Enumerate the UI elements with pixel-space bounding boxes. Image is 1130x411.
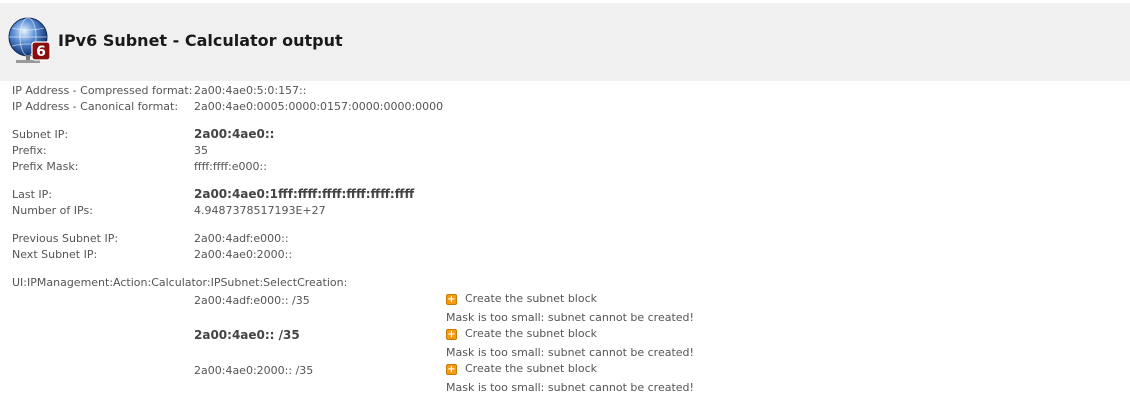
create-subnet-button[interactable]: + Create the subnet block xyxy=(446,292,597,305)
page-header: 6 IPv6 Subnet - Calculator output xyxy=(0,3,1130,81)
create-subnet-label: Create the subnet block xyxy=(465,292,598,305)
select-creation-label: UI:IPManagement:Action:Calculator:IPSubn… xyxy=(12,276,348,289)
compressed-format-label: IP Address - Compressed format: xyxy=(12,84,193,97)
subnet-option-current: 2a00:4ae0:: /35 xyxy=(194,328,300,342)
previous-subnet-value: 2a00:4adf:e000:: xyxy=(194,232,289,245)
prefix-value: 35 xyxy=(194,144,208,157)
prefix-mask-label: Prefix Mask: xyxy=(12,160,79,173)
create-subnet-label: Create the subnet block xyxy=(465,362,598,375)
number-of-ips-value: 4.9487378517193E+27 xyxy=(194,204,326,217)
error-message: Mask is too small: subnet cannot be crea… xyxy=(446,381,694,394)
previous-subnet-label: Previous Subnet IP: xyxy=(12,232,119,245)
create-subnet-button[interactable]: + Create the subnet block xyxy=(446,362,597,375)
ipv6-globe-icon: 6 xyxy=(8,17,51,63)
canonical-format-value: 2a00:4ae0:0005:0000:0157:0000:0000:0000 xyxy=(194,100,444,113)
ipv6-badge: 6 xyxy=(36,44,46,60)
create-subnet-button[interactable]: + Create the subnet block xyxy=(446,327,597,340)
page-title: IPv6 Subnet - Calculator output xyxy=(58,31,343,50)
next-subnet-label: Next Subnet IP: xyxy=(12,248,98,261)
last-ip-label: Last IP: xyxy=(12,188,52,201)
plus-icon: + xyxy=(446,328,457,340)
subnet-option: 2a00:4adf:e000:: /35 xyxy=(194,294,310,307)
canonical-format-label: IP Address - Canonical format: xyxy=(12,100,179,113)
number-of-ips-label: Number of IPs: xyxy=(12,204,93,217)
plus-icon: + xyxy=(446,293,457,305)
prefix-mask-value: ffff:ffff:e000:: xyxy=(194,160,267,173)
subnet-ip-label: Subnet IP: xyxy=(12,128,69,141)
plus-icon: + xyxy=(446,363,457,375)
last-ip-value: 2a00:4ae0:1fff:ffff:ffff:ffff:ffff:ffff xyxy=(194,187,415,201)
subnet-ip-value: 2a00:4ae0:: xyxy=(194,127,275,141)
next-subnet-value: 2a00:4ae0:2000:: xyxy=(194,248,293,261)
subnet-option: 2a00:4ae0:2000:: /35 xyxy=(194,364,314,377)
error-message: Mask is too small: subnet cannot be crea… xyxy=(446,346,694,359)
create-subnet-label: Create the subnet block xyxy=(465,327,598,340)
compressed-format-value: 2a00:4ae0:5:0:157:: xyxy=(194,84,307,97)
error-message: Mask is too small: subnet cannot be crea… xyxy=(446,311,694,324)
prefix-label: Prefix: xyxy=(12,144,47,157)
